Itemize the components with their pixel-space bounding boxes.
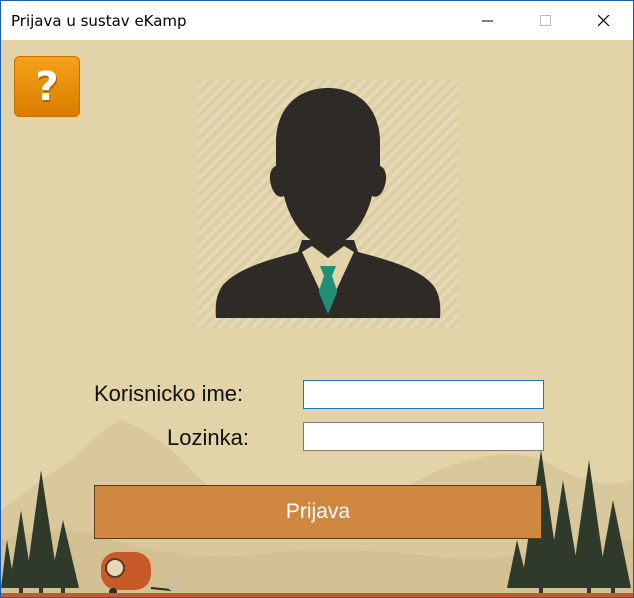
title-bar[interactable]: Prijava u sustav eKamp [1,1,633,40]
login-window: Prijava u sustav eKamp ? Korisnicko ime:… [0,0,634,598]
minimize-button[interactable] [465,1,511,40]
password-label: Lozinka: [167,425,249,450]
help-label: ? [35,63,59,110]
login-button[interactable]: Prijava [94,485,542,539]
maximize-icon [540,14,551,26]
password-input[interactable] [303,422,544,451]
window-title: Prijava u sustav eKamp [11,12,187,30]
close-button[interactable] [581,1,627,40]
help-button[interactable]: ? [14,56,80,117]
login-panel: ? Korisnicko ime: Lozinka: Prijava [1,40,633,597]
user-avatar-icon [215,88,441,318]
maximize-button[interactable] [523,1,569,40]
username-label: Korisnicko ime: [94,381,244,406]
minimize-icon [482,20,493,21]
username-input[interactable] [303,380,544,409]
close-icon [598,14,610,26]
